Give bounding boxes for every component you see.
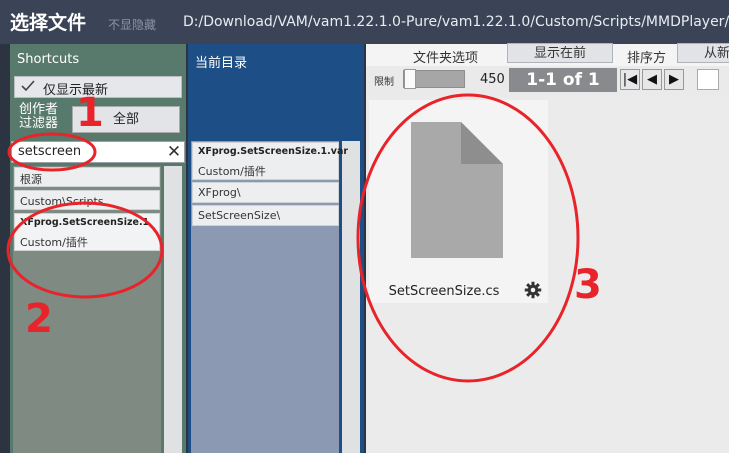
list-item-label: XFprog\: [198, 186, 241, 199]
current-path: D:/Download/VAM/vam1.22.1.0-Pure/vam1.22…: [183, 14, 729, 30]
shortcut-item-root[interactable]: 根源: [14, 167, 160, 187]
shortcut-item-scripts[interactable]: Custom\Scripts: [14, 190, 160, 210]
list-item-label: SetScreenSize\: [198, 209, 281, 222]
annotation-number-2: 2: [25, 296, 53, 342]
prev-page-icon[interactable]: ◀: [642, 69, 662, 90]
directory-item-var[interactable]: XFprog.SetScreenSize.1.var Custom/插件: [192, 142, 348, 180]
checkmark-icon: [21, 80, 35, 92]
shortcuts-header: Shortcuts: [17, 52, 80, 67]
list-item-subtitle: Custom/插件: [198, 165, 266, 178]
limit-value: 450: [480, 72, 505, 87]
annotation-number-1: 1: [76, 90, 104, 136]
list-item-subtitle: Custom/插件: [20, 236, 88, 249]
shortcut-item-package[interactable]: XFprog.SetScreenSize.1 Custom/插件: [14, 213, 160, 251]
list-item-title: XFprog.SetScreenSize.1.var: [198, 146, 349, 157]
directory-item-xfprog[interactable]: XFprog\: [192, 182, 339, 203]
hidden-toggle-label[interactable]: 不显隐藏: [108, 16, 156, 33]
page-indicator: 1-1 of 1: [526, 70, 600, 90]
next-page-icon[interactable]: ▶: [664, 69, 684, 90]
shortcuts-scrollbar[interactable]: [164, 166, 182, 453]
clear-search-icon[interactable]: ✕: [165, 141, 183, 163]
sort-label: 排序方: [627, 51, 667, 66]
file-icon: [411, 122, 503, 258]
list-item-label: 根源: [20, 173, 42, 186]
first-page-icon[interactable]: |◀: [620, 69, 640, 90]
search-value: setscreen: [18, 144, 82, 159]
creator-filter-label: 创作者过滤器: [19, 102, 59, 131]
show-first-button[interactable]: 显示在前: [507, 43, 613, 63]
limit-label: 限制: [374, 77, 394, 88]
file-name: SetScreenSize.cs: [388, 284, 500, 299]
folder-options-label[interactable]: 文件夹选项: [413, 47, 478, 66]
window-title: 选择文件: [10, 12, 87, 34]
directory-scrollbar[interactable]: [342, 141, 360, 453]
limit-slider-handle[interactable]: [404, 69, 416, 89]
list-item-label: Custom\Scripts: [20, 195, 104, 208]
directory-item-setscreensize[interactable]: SetScreenSize\: [192, 205, 339, 226]
gear-icon[interactable]: [524, 281, 542, 299]
current-directory-header: 当前目录: [195, 56, 248, 71]
toolbar-checkbox[interactable]: [697, 69, 719, 90]
list-item-title: XFprog.SetScreenSize.1: [20, 217, 150, 228]
annotation-number-3: 3: [574, 262, 602, 308]
sort-dropdown[interactable]: 从新: [677, 43, 729, 63]
